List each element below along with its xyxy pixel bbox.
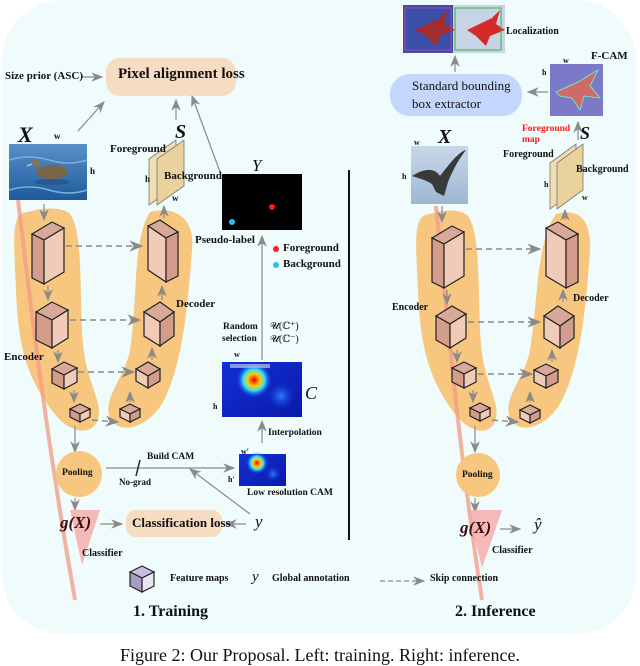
bbox-extractor-label-line2: box extractor	[412, 96, 481, 111]
dim-h-label-cam: h	[213, 402, 218, 411]
classifier-output-gx-training: g(X)	[60, 513, 92, 532]
background-label-inference: Background	[576, 164, 629, 175]
global-label-y-symbol: y	[255, 512, 263, 531]
classifier-label-inference: Classifier	[492, 545, 533, 556]
decoder-label-inference: Decoder	[573, 293, 609, 304]
classifier-output-gx-inference: g(X)	[460, 518, 492, 537]
sampling-negative-label: 𝓤(ℂ⁻)	[270, 334, 299, 345]
pseudo-label-label: Pseudo-label	[195, 234, 255, 246]
prediction-y-hat-symbol: ŷ	[534, 515, 542, 534]
dim-h-label-inf: h	[402, 172, 407, 181]
bbox-extractor-label-line1: Standard bounding	[412, 78, 511, 93]
decoder-label-training: Decoder	[176, 298, 216, 310]
localization-result-images	[403, 5, 505, 53]
build-cam-label: Build CAM	[147, 452, 195, 462]
output-s-symbol-inference: S	[580, 123, 591, 143]
cam-heatmap-full-res	[222, 362, 302, 417]
segmentation-map-sheets-inference	[549, 143, 584, 210]
training-section-title: 1. Training	[133, 603, 208, 620]
random-selection-label-line1: Random	[223, 322, 258, 332]
dim-h-label: h	[90, 166, 96, 176]
legend-skip-connection-label: Skip connection	[430, 573, 499, 584]
diagram-canvas	[8, 5, 603, 601]
no-grad-label: No-grad	[119, 477, 151, 487]
localization-label: Localization	[506, 26, 559, 37]
input-image-albatross	[8, 144, 88, 200]
classifier-label-training: Classifier	[82, 548, 123, 559]
fcam-map	[550, 64, 603, 116]
dim-w-label-s-inf: w	[582, 193, 588, 202]
classification-loss-label: Classification loss	[132, 515, 231, 530]
pseudo-label-background-point	[229, 219, 235, 225]
pseudo-label-map	[222, 174, 302, 230]
fcam-label: F-CAM	[591, 50, 628, 62]
legend-feature-maps-label: Feature maps	[170, 573, 229, 584]
output-s-symbol-training: S	[175, 121, 187, 143]
dim-w-label-fcam: w	[563, 56, 569, 65]
input-x-symbol: X	[18, 122, 33, 147]
dim-h-label-fcam: h	[542, 68, 547, 77]
cam-heatmap-low-res	[239, 452, 286, 486]
foreground-map-label-line1: Foreground	[522, 124, 571, 134]
cam-c-symbol: C	[305, 383, 318, 403]
dim-w-prime-label: w′	[241, 447, 250, 456]
pooling-label-inference: Pooling	[462, 470, 493, 480]
inference-section-title: 2. Inference	[455, 603, 536, 620]
size-prior-label: Size prior (ASC)	[5, 70, 84, 82]
foreground-label-training: Foreground	[110, 143, 166, 155]
input-x-symbol-inference: X	[438, 126, 452, 148]
dim-w-label-inf: w	[414, 138, 420, 147]
encoder-label-training: Encoder	[4, 351, 44, 363]
interpolation-label: Interpolation	[268, 428, 322, 438]
dim-w-label: w	[54, 131, 61, 141]
dim-h-label-s: h	[145, 174, 151, 184]
background-label-training: Background	[164, 170, 222, 182]
dim-h-label-s-inf: h	[544, 180, 549, 189]
pseudo-label-foreground-point	[269, 204, 275, 210]
dim-w-label-s: w	[172, 193, 179, 203]
random-selection-label-line2: selection	[222, 334, 257, 344]
dim-w-label-cam: w	[234, 350, 240, 359]
pooling-label-training: Pooling	[62, 468, 93, 478]
figure-caption: Figure 2: Our Proposal. Left: training. …	[120, 645, 520, 665]
legend-foreground-label: Foreground	[283, 242, 339, 254]
foreground-map-label-line2: map	[522, 135, 540, 145]
legend-background-label: Background	[283, 258, 341, 270]
foreground-label-inference: Foreground	[503, 149, 554, 160]
pseudo-label-y-symbol: Y	[252, 156, 262, 175]
legend-foreground-dot	[273, 246, 279, 252]
input-image-bird-flying	[411, 146, 468, 204]
dim-h-prime-label: h′	[228, 475, 235, 484]
legend-global-y-symbol: y	[252, 569, 259, 585]
legend-background-dot	[273, 262, 279, 268]
sampling-positive-label: 𝓤(ℂ⁺)	[270, 321, 299, 332]
encoder-label-inference: Encoder	[392, 302, 429, 313]
pixel-alignment-loss-label: Pixel alignment loss	[118, 66, 245, 82]
legend-global-annotation-label: Global annotation	[272, 573, 350, 584]
low-res-cam-label: Low resolution CAM	[247, 488, 333, 498]
feature-map-legend-cube	[128, 565, 156, 593]
